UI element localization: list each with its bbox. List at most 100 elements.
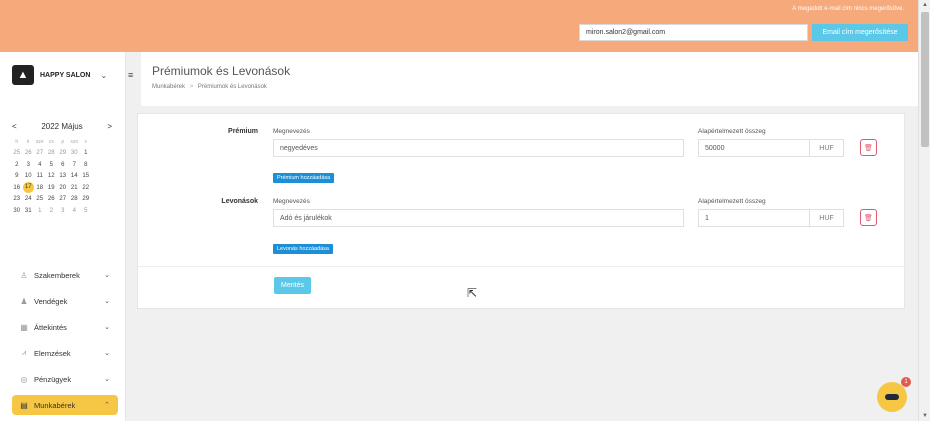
sidebar-item-elemzések[interactable]: ⩘ Elemzések ⌄ [12,340,118,366]
calendar-day[interactable]: 26 [23,150,35,156]
scroll-down-icon[interactable]: ▼ [922,413,928,419]
salon-selector[interactable]: ▲ HAPPY SALON ⌄ [12,65,107,85]
calendar-day[interactable]: 13 [57,173,69,179]
sidebar-item-label: Áttekintés [34,322,67,332]
breadcrumb-separator: > [189,84,194,90]
calendar-day[interactable]: 25 [11,150,23,156]
weekday-label: szo [70,138,79,145]
scrollbar-thumb[interactable] [921,12,929,147]
mini-calendar: h k sze cs p szo v 25 26 27 28 29 30 1 2 3 4 5 6 7 8 9… [11,136,115,217]
deduction-amount-input[interactable]: 1 [698,209,810,227]
email-unverified-notice: A megadott e-mail cím nincs megerősítve. [792,6,904,12]
sidebar-item-pénzügyek[interactable]: ◎ Pénzügyek ⌄ [12,366,118,392]
sidebar-item-label: Pénzügyek [34,374,72,384]
sidebar-item-label: Szakemberek [34,270,80,280]
calendar-day[interactable]: 23 [11,196,23,202]
chat-widget-button[interactable]: 1 [877,377,911,412]
calendar-day[interactable]: 2 [46,208,58,214]
calendar-prev-button[interactable]: < [12,122,17,131]
weekday-label: sze [35,138,44,145]
add-deduction-button[interactable]: Levonás hozzáadása [273,244,333,254]
sidebar-item-szakemberek[interactable]: ♙ Szakemberek ⌄ [12,262,118,288]
sidebar: ▲ HAPPY SALON ⌄ < 2022 Május > h k sze c… [0,52,126,421]
deduction-delete-button[interactable]: 🗑 [860,209,877,226]
calendar-day[interactable]: 27 [34,150,46,156]
hamburger-menu-icon[interactable]: ≡ [128,70,133,80]
calendar-day[interactable]: 9 [11,173,23,179]
calendar-day[interactable]: 26 [46,196,58,202]
calendar-day[interactable]: 12 [46,173,58,179]
calendar-day[interactable]: 1 [80,150,92,156]
calendar-day[interactable]: 6 [57,162,69,168]
calendar-day[interactable]: 5 [46,162,58,168]
calendar-day[interactable]: 4 [34,162,46,168]
calendar-day[interactable]: 21 [69,185,81,191]
calendar-day[interactable]: 3 [23,162,35,168]
calendar-day[interactable]: 7 [69,162,81,168]
add-premium-button[interactable]: Prémium hozzáadása [273,173,335,183]
calendar-day[interactable]: 19 [46,185,58,191]
chart-icon: ⩘ [21,348,27,357]
calendar-day[interactable]: 10 [23,173,35,179]
chevron-down-icon[interactable]: ⌄ [100,71,107,80]
calendar-day[interactable]: 5 [80,208,92,214]
calendar-day[interactable]: 29 [57,150,69,156]
premium-amount-label: Alapértelmezett összeg [698,128,766,135]
calendar-day[interactable]: 14 [69,173,81,179]
calendar-day[interactable]: 28 [69,196,81,202]
chevron-down-icon[interactable]: ⌄ [104,349,110,357]
premium-delete-button[interactable]: 🗑 [860,139,877,156]
calendar-next-button[interactable]: > [107,122,112,131]
calendar-day[interactable]: 20 [57,185,69,191]
calendar-day[interactable]: 15 [80,173,92,179]
calendar-day[interactable]: 11 [34,173,46,179]
calendar-day[interactable]: 31 [23,208,35,214]
premium-name-input[interactable]: negyedéves [273,139,684,157]
calendar-week-row: 25 26 27 28 29 30 1 [11,148,115,160]
calendar-day[interactable]: 4 [69,208,81,214]
email-field[interactable]: miron.salon2@gmail.com [579,24,808,41]
calendar-month-label: 2022 Május [41,122,83,131]
calendar-day[interactable]: 8 [80,162,92,168]
scroll-up-icon[interactable]: ▲ [922,2,928,8]
calendar-day[interactable]: 24 [23,196,35,202]
users-icon: ♟ [20,296,28,306]
chevron-down-icon[interactable]: ⌄ [104,323,110,331]
page-scrollbar[interactable]: ▲ ▼ [918,0,930,421]
verify-email-button[interactable]: Email cím megerősítése [812,24,908,41]
calendar-day[interactable]: 28 [46,150,58,156]
chevron-down-icon[interactable]: ⌄ [104,375,110,383]
breadcrumb-root-link[interactable]: Munkabérek [152,84,185,90]
calendar-day[interactable]: 22 [80,185,92,191]
breadcrumb: Munkabérek > Prémiumok és Levonások [152,84,267,90]
chevron-down-icon[interactable]: ⌄ [104,297,110,305]
premium-amount-input[interactable]: 50000 [698,139,810,157]
calendar-day[interactable]: 27 [57,196,69,202]
calendar-day[interactable]: 18 [34,185,46,191]
calendar-day[interactable]: 16 [11,185,23,191]
calendar-day[interactable]: 30 [69,150,81,156]
deduction-name-input[interactable]: Adó és járulékok [273,209,684,227]
calendar-day[interactable]: 1 [34,208,46,214]
calendar-day-today[interactable]: 17 [22,182,34,194]
deduction-section-label: Levonások [221,198,258,205]
payroll-icon: ▤ [20,400,28,410]
sidebar-item-áttekintés[interactable]: ▦ Áttekintés ⌄ [12,314,118,340]
page-header: Prémiumok és Levonások Munkabérek > Prém… [141,52,918,106]
calendar-day[interactable]: 29 [80,196,92,202]
chevron-down-icon[interactable]: ⌄ [104,271,110,279]
sidebar-item-vendégek[interactable]: ♟ Vendégek ⌄ [12,288,118,314]
trash-icon: 🗑 [864,214,873,222]
calendar-day[interactable]: 25 [34,196,46,202]
save-button[interactable]: Mentés [274,277,311,294]
calendar-day[interactable]: 2 [11,162,23,168]
calendar-day[interactable]: 3 [57,208,69,214]
sidebar-item-munkabérek[interactable]: ▤ Munkabérek ⌃ [12,395,118,415]
calendar-weeks: 25 26 27 28 29 30 1 2 3 4 5 6 7 8 9 10 11 12 13 14 15 16 17 18 1… [11,148,115,217]
page-title: Prémiumok és Levonások [152,64,291,78]
deduction-currency: HUF [810,209,844,227]
calendar-header: < 2022 Május > [12,122,112,131]
deduction-amount-label: Alapértelmezett összeg [698,198,766,205]
chevron-up-icon[interactable]: ⌃ [104,401,110,409]
calendar-day[interactable]: 30 [11,208,23,214]
